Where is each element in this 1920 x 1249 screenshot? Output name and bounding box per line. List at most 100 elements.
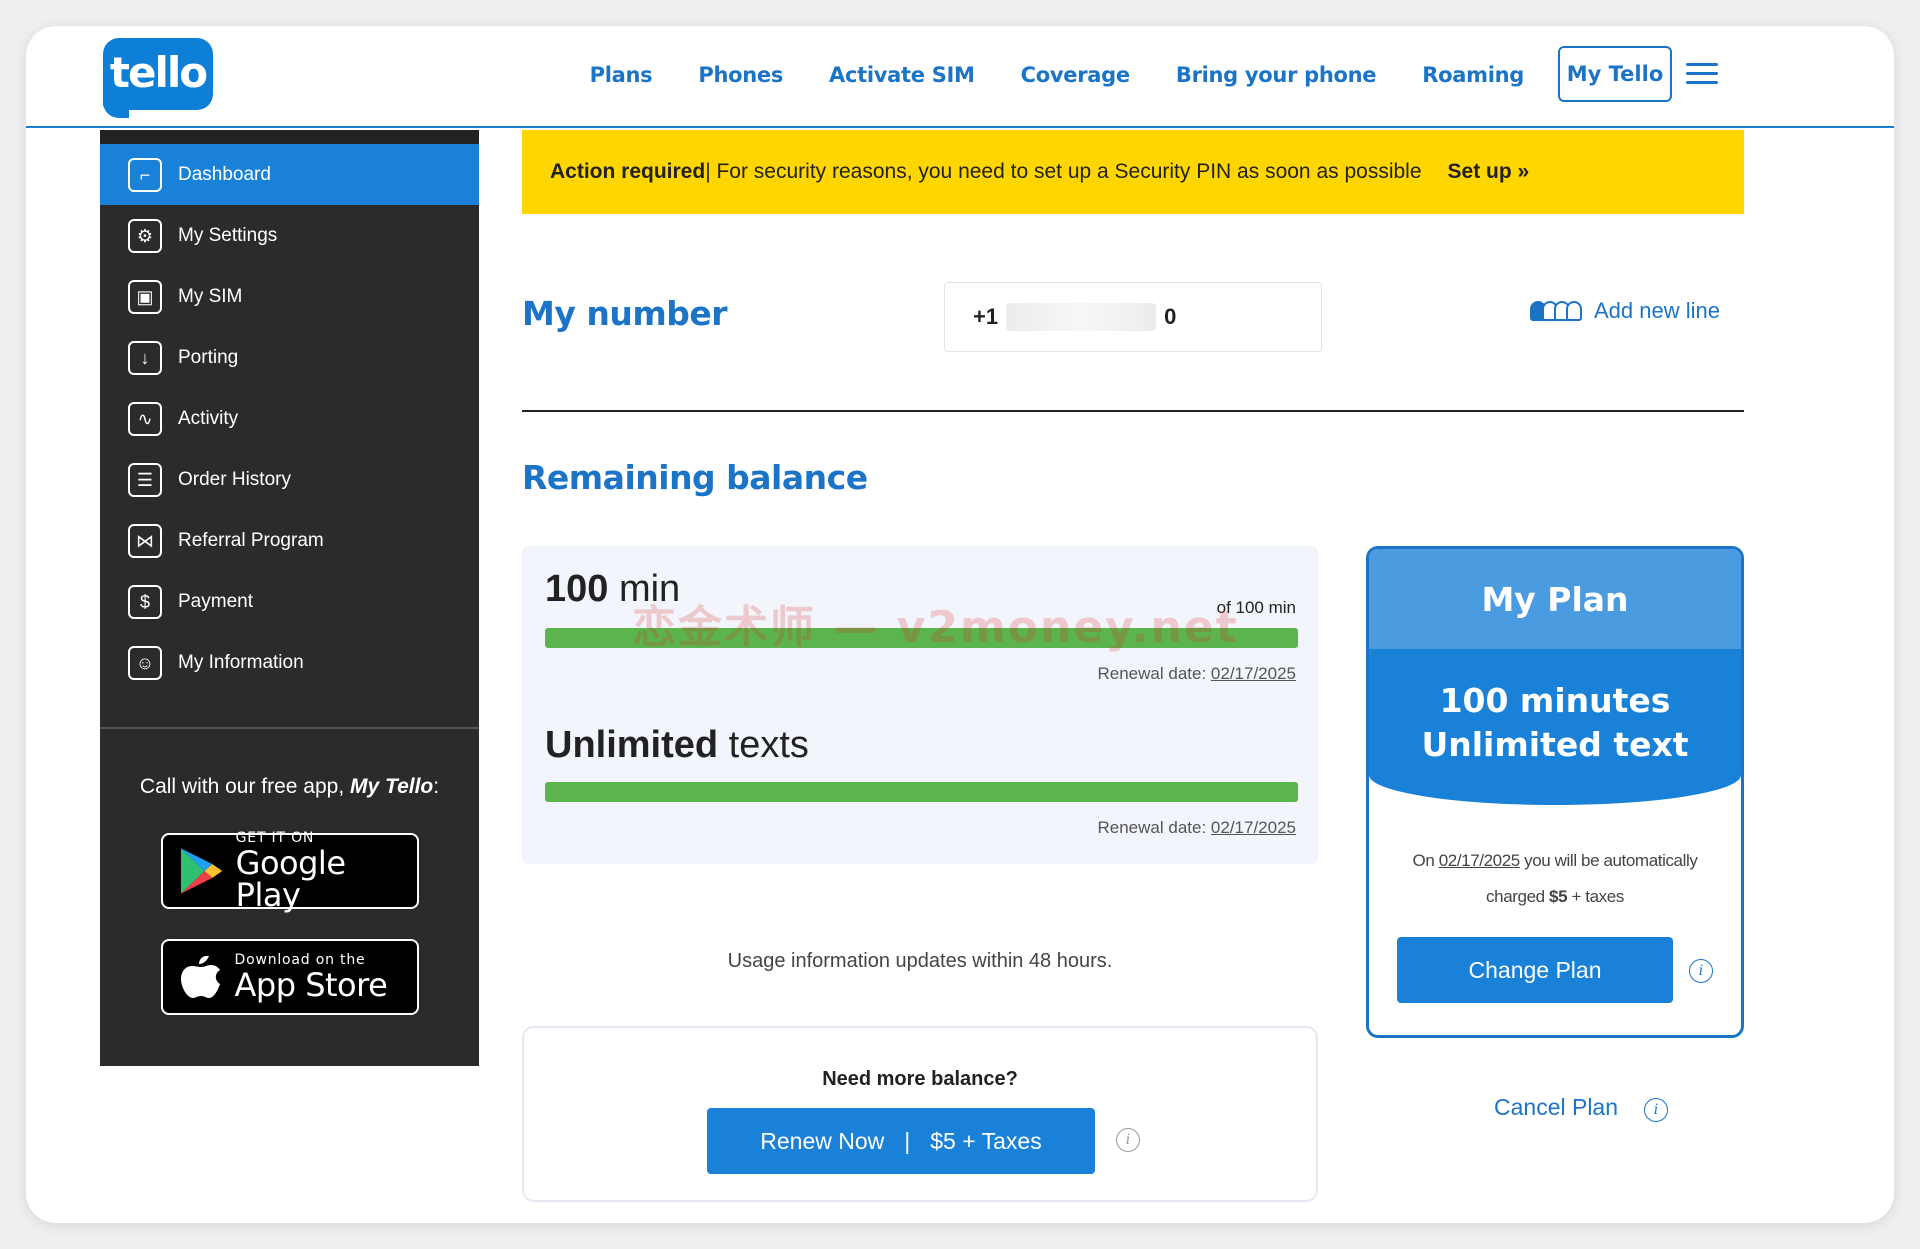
plan-details: 100 minutes Unlimited text	[1369, 649, 1741, 805]
texts-progress-fill	[545, 782, 1298, 802]
promo-prefix: Call with our free app,	[139, 775, 351, 798]
referral-icon: ⋈	[128, 523, 162, 558]
google-play-small: GET IT ON	[235, 830, 315, 846]
google-play-icon	[180, 848, 222, 894]
sidebar: ⌐ Dashboard ⚙ My Settings ▣ My SIM ↓ Por…	[100, 130, 479, 1066]
main-nav: Plans Phones Activate SIM Coverage Bring…	[590, 26, 1525, 124]
sidebar-item-label: Order History	[178, 468, 291, 490]
renew-now-button[interactable]: Renew Now | $5 + Taxes	[707, 1108, 1095, 1174]
nav-activate-sim[interactable]: Activate SIM	[829, 63, 975, 87]
sidebar-item-label: Payment	[178, 590, 253, 612]
sidebar-item-label: Referral Program	[178, 529, 324, 551]
plan-minutes: 100 minutes	[1439, 681, 1671, 720]
cancel-plan-link[interactable]: Cancel Plan	[1494, 1094, 1618, 1121]
number-suffix: 0	[1164, 304, 1177, 329]
nav-bring-your-phone[interactable]: Bring your phone	[1176, 63, 1377, 87]
alert-title: Action required	[550, 160, 706, 183]
number-redacted	[1006, 303, 1157, 331]
promo-suffix: :	[433, 775, 440, 798]
sidebar-item-porting[interactable]: ↓ Porting	[100, 327, 479, 388]
logo-text: tello	[109, 47, 208, 97]
logo-tail	[103, 102, 129, 118]
nav-plans[interactable]: Plans	[590, 63, 653, 87]
user-icon: ☺	[128, 645, 162, 680]
google-play-big: Google Play	[235, 844, 346, 914]
need-more-balance-card: Need more balance? Renew Now | $5 + Taxe…	[522, 1026, 1318, 1202]
renewal-date-link[interactable]: 02/17/2025	[1211, 664, 1296, 683]
nav-coverage[interactable]: Coverage	[1021, 63, 1130, 87]
change-plan-button[interactable]: Change Plan	[1397, 937, 1673, 1003]
browser-window: tello Plans Phones Activate SIM Coverage…	[26, 26, 1894, 1223]
plan-texts: Unlimited text	[1421, 725, 1689, 764]
charge-date-link[interactable]: 02/17/2025	[1439, 851, 1520, 870]
remaining-balance-title: Remaining balance	[522, 458, 868, 497]
sidebar-item-order-history[interactable]: ☰ Order History	[100, 449, 479, 510]
google-play-button[interactable]: GET IT ON Google Play	[160, 830, 419, 914]
sidebar-item-my-information[interactable]: ☺ My Information	[100, 632, 479, 693]
charge-amount: $5	[1549, 887, 1568, 906]
section-divider	[522, 410, 1744, 412]
sidebar-item-referral-program[interactable]: ⋈ Referral Program	[100, 510, 479, 571]
app-store-big: App Store	[234, 966, 388, 1004]
payment-icon: $	[128, 584, 162, 619]
texts-renewal: Renewal date: 02/17/2025	[1098, 818, 1297, 838]
sidebar-item-payment[interactable]: $ Payment	[100, 571, 479, 632]
sidebar-item-label: My SIM	[178, 285, 243, 307]
promo-app-name: My Tello	[350, 775, 434, 798]
renew-info-icon[interactable]: i	[1116, 1128, 1140, 1152]
sidebar-item-label: Dashboard	[178, 163, 271, 185]
app-store-small: Download on the	[234, 952, 366, 968]
my-plan-card: My Plan 100 minutes Unlimited text On 02…	[1366, 546, 1744, 1038]
app-store-button[interactable]: Download on the App Store	[160, 939, 419, 1015]
people-icon	[1530, 301, 1582, 321]
setup-pin-link[interactable]: Set up »	[1448, 160, 1530, 184]
sim-icon: ▣	[128, 279, 162, 314]
charge-suffix: + taxes	[1567, 887, 1624, 906]
sidebar-item-activity[interactable]: ∿ Activity	[100, 388, 479, 449]
usage-card: 100 min of 100 min 恋金术师 — v2money.net Re…	[522, 546, 1318, 864]
my-number-title: My number	[522, 294, 728, 333]
phone-number-box: +1 0	[944, 282, 1322, 352]
settings-icon: ⚙	[128, 218, 162, 253]
renew-price: $5 + Taxes	[930, 1127, 1042, 1154]
charge-prefix: On	[1412, 851, 1439, 870]
sidebar-item-my-sim[interactable]: ▣ My SIM	[100, 266, 479, 327]
watermark-text: 恋金术师 — v2money.net	[632, 602, 1239, 653]
renewal-label: Renewal date:	[1097, 664, 1211, 683]
add-new-line-link[interactable]: Add new line	[1530, 298, 1720, 324]
minutes-value: 100	[545, 568, 609, 610]
need-more-question: Need more balance?	[822, 1068, 1018, 1090]
cancel-plan-info-icon[interactable]: i	[1644, 1098, 1668, 1122]
menu-icon[interactable]	[1686, 63, 1718, 85]
my-tello-button[interactable]: My Tello	[1558, 46, 1672, 102]
sidebar-cap	[100, 130, 479, 144]
renewal-label: Renewal date:	[1097, 818, 1211, 837]
minutes-renewal: Renewal date: 02/17/2025	[1098, 664, 1297, 684]
app-promo-text: Call with our free app, My Tello:	[100, 775, 479, 799]
texts-remaining: Unlimited texts	[545, 724, 809, 767]
activity-icon: ∿	[128, 401, 162, 436]
nav-phones[interactable]: Phones	[698, 63, 783, 87]
change-plan-info-icon[interactable]: i	[1689, 959, 1713, 983]
texts-value: Unlimited	[545, 724, 719, 766]
order-history-icon: ☰	[128, 462, 162, 497]
sidebar-divider	[100, 727, 479, 729]
sidebar-item-label: Activity	[178, 407, 239, 429]
number-prefix: +1	[973, 304, 999, 329]
sidebar-item-my-settings[interactable]: ⚙ My Settings	[100, 205, 479, 266]
renewal-date-link[interactable]: 02/17/2025	[1211, 818, 1296, 837]
site-header: tello Plans Phones Activate SIM Coverage…	[26, 26, 1894, 128]
add-line-label: Add new line	[1594, 298, 1720, 323]
sidebar-item-label: Porting	[178, 346, 239, 368]
usage-note: Usage information updates within 48 hour…	[727, 950, 1113, 972]
sidebar-item-dashboard[interactable]: ⌐ Dashboard	[100, 144, 479, 205]
renew-separator: |	[904, 1127, 911, 1154]
apple-icon	[180, 955, 220, 998]
renew-label: Renew Now	[760, 1127, 885, 1154]
sidebar-item-label: My Information	[178, 651, 304, 673]
tello-logo[interactable]: tello	[103, 38, 213, 118]
dashboard-icon: ⌐	[128, 157, 162, 192]
nav-roaming[interactable]: Roaming	[1422, 63, 1524, 87]
alert-message: | For security reasons, you need to set …	[705, 160, 1422, 183]
porting-icon: ↓	[128, 340, 162, 375]
